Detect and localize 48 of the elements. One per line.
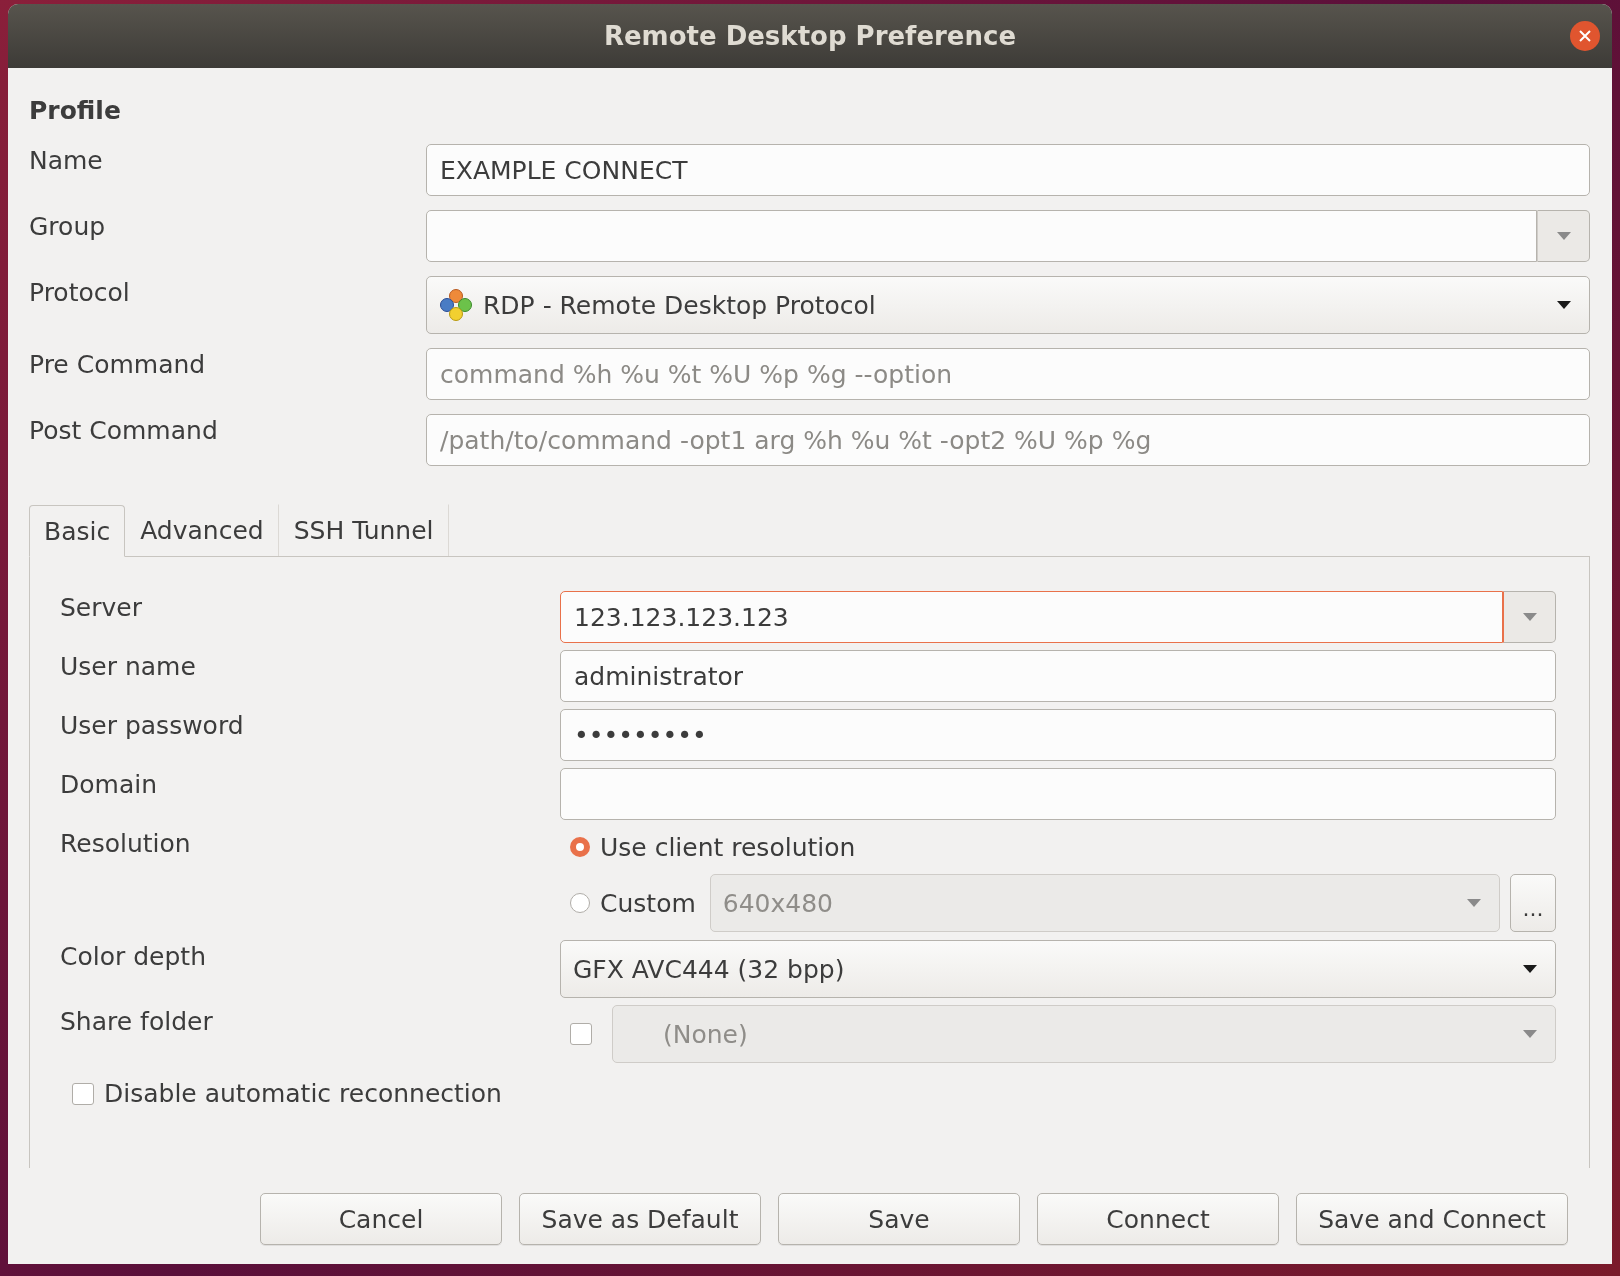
field-label: Share folder: [60, 1006, 214, 1038]
tab[interactable]: Advanced: [125, 504, 279, 556]
section-heading: Profile: [29, 96, 122, 127]
input-field[interactable]: [426, 210, 1537, 262]
input-field[interactable]: EXAMPLE CONNECT: [426, 144, 1590, 196]
field-label: Name: [29, 145, 104, 177]
field-label: Resolution: [60, 828, 192, 860]
caret-icon: [1523, 1030, 1537, 1038]
dropdown-button[interactable]: [1503, 591, 1556, 643]
tab[interactable]: Basic: [29, 505, 126, 557]
field-label: Domain: [60, 769, 158, 801]
dropdown-button[interactable]: [1537, 210, 1590, 262]
input-field[interactable]: 123.123.123.123: [560, 591, 1503, 643]
window-title: Remote Desktop Preference: [603, 21, 1017, 51]
dropdown[interactable]: RDP - Remote Desktop Protocol: [426, 276, 1590, 334]
dialog-button[interactable]: Cancel: [260, 1193, 502, 1245]
caret-icon: [1523, 965, 1537, 973]
colored-dots-icon: [439, 288, 473, 322]
dialog-button[interactable]: Save as Default: [519, 1193, 761, 1245]
input-field[interactable]: •••••••••: [560, 709, 1556, 761]
field-label: User password: [60, 710, 245, 742]
dropdown[interactable]: GFX AVC444 (32 bpp): [560, 940, 1556, 998]
field-label: Color depth: [60, 941, 207, 973]
dialog-button[interactable]: Connect: [1037, 1193, 1279, 1245]
field-label: Protocol: [29, 277, 131, 309]
close-icon: [1579, 30, 1591, 42]
input-field[interactable]: [560, 768, 1556, 820]
checkbox-label: Disable automatic reconnection: [104, 1079, 502, 1108]
field-label: User name: [60, 651, 197, 683]
checkbox[interactable]: [72, 1082, 94, 1105]
close-button[interactable]: [1570, 21, 1600, 51]
caret-icon: [1522, 613, 1537, 621]
radio-button[interactable]: [570, 837, 590, 857]
tab[interactable]: SSH Tunnel: [278, 504, 449, 556]
dialog-button[interactable]: Save and Connect: [1296, 1193, 1568, 1245]
input-field[interactable]: command %h %u %t %U %p %g --option: [426, 348, 1590, 400]
radio-label: Custom: [600, 888, 696, 918]
field-label: Server: [60, 592, 143, 624]
radio-label: Use client resolution: [600, 832, 856, 862]
field-label: Pre Command: [29, 349, 207, 381]
field-label: Group: [29, 211, 107, 243]
input-field[interactable]: administrator: [560, 650, 1556, 702]
caret-icon: [1467, 899, 1481, 907]
caret-icon: [1557, 301, 1571, 309]
field-label: Post Command: [29, 415, 219, 447]
caret-icon: [1556, 232, 1571, 240]
input-field[interactable]: /path/to/command -opt1 arg %h %u %t -opt2 %U %p %g: [426, 414, 1590, 466]
dialog-button[interactable]: Save: [778, 1193, 1020, 1245]
